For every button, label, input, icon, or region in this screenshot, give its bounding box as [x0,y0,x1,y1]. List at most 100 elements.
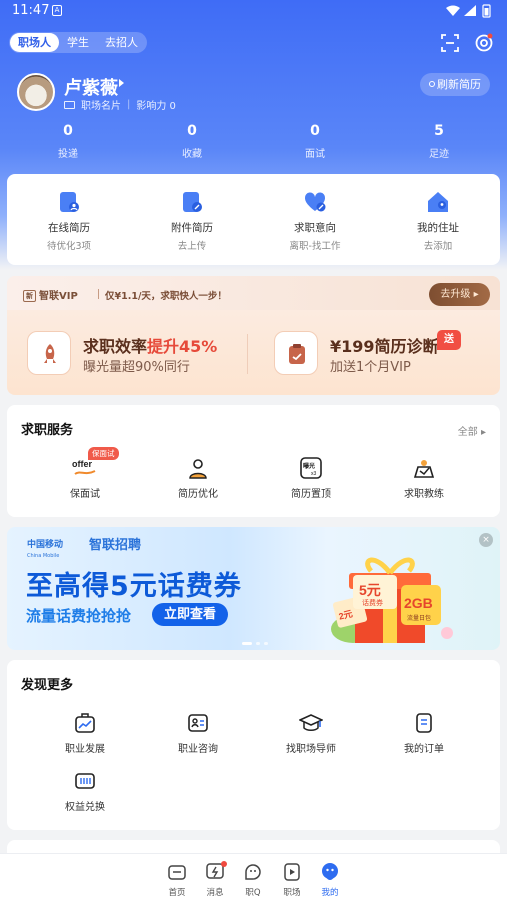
discover-consult[interactable]: 职业咨询 [148,712,248,755]
promo-banner[interactable]: 中国移动 China Mobile 智联招聘 至高得5元话费券 流量话费抢抢抢 立… [7,527,500,650]
card-icon [64,100,75,109]
mentor-icon [299,714,323,731]
workplace-icon [284,863,300,881]
status-time: 11:47 [12,3,50,18]
section-title: 发现更多 [21,678,74,693]
offer-icon: offer [72,459,96,475]
item-title: 我的住址 [417,222,459,234]
stat-interviews[interactable]: 0 面试 [285,123,345,160]
tab-workplace[interactable]: 职场 [272,862,312,898]
discover-label: 职业咨询 [178,744,218,755]
service-label: 求职教练 [404,489,444,500]
stat-value: 0 [310,123,320,139]
carousel-dot [256,642,260,645]
service-label: 简历优化 [178,489,218,500]
stat-footprints[interactable]: 5 足迹 [409,123,469,160]
online-resume-item[interactable]: 在线简历 待优化3项 [19,190,119,252]
stat-value: 0 [187,123,197,139]
discover-redeem[interactable]: 权益兑换 [35,770,135,813]
discover-label: 我的订单 [404,744,444,755]
role-tab-student[interactable]: 学生 [59,33,97,52]
see-all-label: 全部 [457,427,478,438]
see-all-link[interactable]: 全部 ▸ [458,423,486,438]
banner-close-button[interactable]: × [479,533,493,547]
service-resume-top[interactable]: 曝光 x3 简历置顶 [261,457,361,500]
wifi-signal-battery-icon [446,4,491,18]
section-title: 求职服务 [21,423,74,438]
my-address-item[interactable]: 我的住址 去添加 [388,190,488,252]
banner-view-button[interactable]: 立即查看 [152,603,228,626]
stat-label: 收藏 [182,149,202,160]
resume-icon [60,192,79,212]
tab-label: 我的 [321,888,339,898]
tab-label: 职场 [283,888,301,898]
banner-title: 至高得5元话费券 [26,571,242,602]
settings-icon[interactable] [474,33,494,53]
divider [98,289,99,299]
item-title: 在线简历 [48,222,90,234]
job-services-section: 求职服务 全部 ▸ 保面试 offer 保面试 简历优化 曝光 x3 简历置顶 求… [7,405,500,517]
discover-career-growth[interactable]: 职业发展 [35,712,135,755]
stats-row: 0 投递 0 收藏 0 面试 5 足迹 [0,123,507,163]
refresh-resume-label: 刷新简历 [437,78,481,91]
carousel-indicator [242,642,268,645]
coupon-value: 5元 [359,582,381,598]
vip-new-badge: 新 [23,290,36,302]
sim-icon: A [52,5,62,16]
coupon-label: 话费券 [362,598,383,607]
stat-applied[interactable]: 0 投递 [38,123,98,160]
vip-diagnosis-title: ¥199简历诊断 [330,337,439,356]
title-highlight: 提升45% [147,337,218,356]
service-resume-optimize[interactable]: 简历优化 [148,457,248,500]
logo-subtext: China Mobile [27,553,60,559]
vip-brand-label: 智联VIP [39,291,78,302]
zhaopin-logo: 智联招聘 [89,538,142,553]
vip-brand: 新智联VIP [23,287,78,302]
divider [247,334,248,374]
avatar[interactable] [17,73,55,111]
tab-home[interactable]: 首页 [157,862,197,898]
item-title: 求职意向 [294,222,336,234]
rocket-icon [27,331,71,375]
career-card-label[interactable]: 职场名片 [81,97,121,112]
stat-value: 0 [63,123,73,139]
carousel-dot-active [242,642,252,645]
refresh-resume-button[interactable]: 刷新简历 [420,73,490,96]
item-title: 附件简历 [171,222,213,234]
me-icon [322,863,338,880]
role-tab-professional[interactable]: 职场人 [10,33,59,52]
gift-badge: 送 [437,330,461,350]
service-coach[interactable]: 求职教练 [374,457,474,500]
item-sub: 去添加 [423,241,453,252]
vip-efficiency-card[interactable]: 求职效率提升45% 曝光量超90%同行 [27,322,237,392]
offer-icon-text: offer [72,459,92,469]
vip-top-bar [7,276,500,310]
item-sub: 待优化3项 [46,241,92,252]
scan-icon[interactable] [440,33,460,53]
career-growth-icon [75,713,95,733]
vip-slogan: 仅¥1.1/天，求职快人一步！ [105,291,227,302]
vip-promo-card[interactable]: 新智联VIP 仅¥1.1/天，求职快人一步！ 去升级 ▸ 求职效率提升45% 曝… [7,276,500,395]
coach-icon [413,460,435,478]
heart-icon [304,192,326,212]
vip-upgrade-button[interactable]: 去升级 ▸ [429,283,490,306]
tab-label: 职Q [245,888,261,898]
role-tab-recruit[interactable]: 去招人 [97,33,146,52]
stat-favorites[interactable]: 0 收藏 [162,123,222,160]
home-location-icon [428,192,448,212]
consult-icon [188,714,208,732]
tab-zhiq[interactable]: 职Q [233,862,273,898]
tab-label: 首页 [168,888,186,898]
service-interview-guarantee[interactable]: 保面试 offer 保面试 [35,447,135,500]
stat-label: 面试 [305,149,325,160]
discover-mentor[interactable]: 找职场导师 [261,712,361,755]
tab-me[interactable]: 我的 [310,862,350,898]
stat-label: 投递 [58,149,78,160]
discover-my-orders[interactable]: 我的订单 [374,712,474,755]
carousel-dot [264,642,268,645]
tab-label: 消息 [206,888,224,898]
attachment-resume-item[interactable]: 附件简历 去上传 [142,190,242,252]
job-intention-item[interactable]: 求职意向 离职-找工作 [265,190,365,252]
tab-messages[interactable]: 消息 [195,861,235,898]
service-label: 简历置顶 [291,489,331,500]
